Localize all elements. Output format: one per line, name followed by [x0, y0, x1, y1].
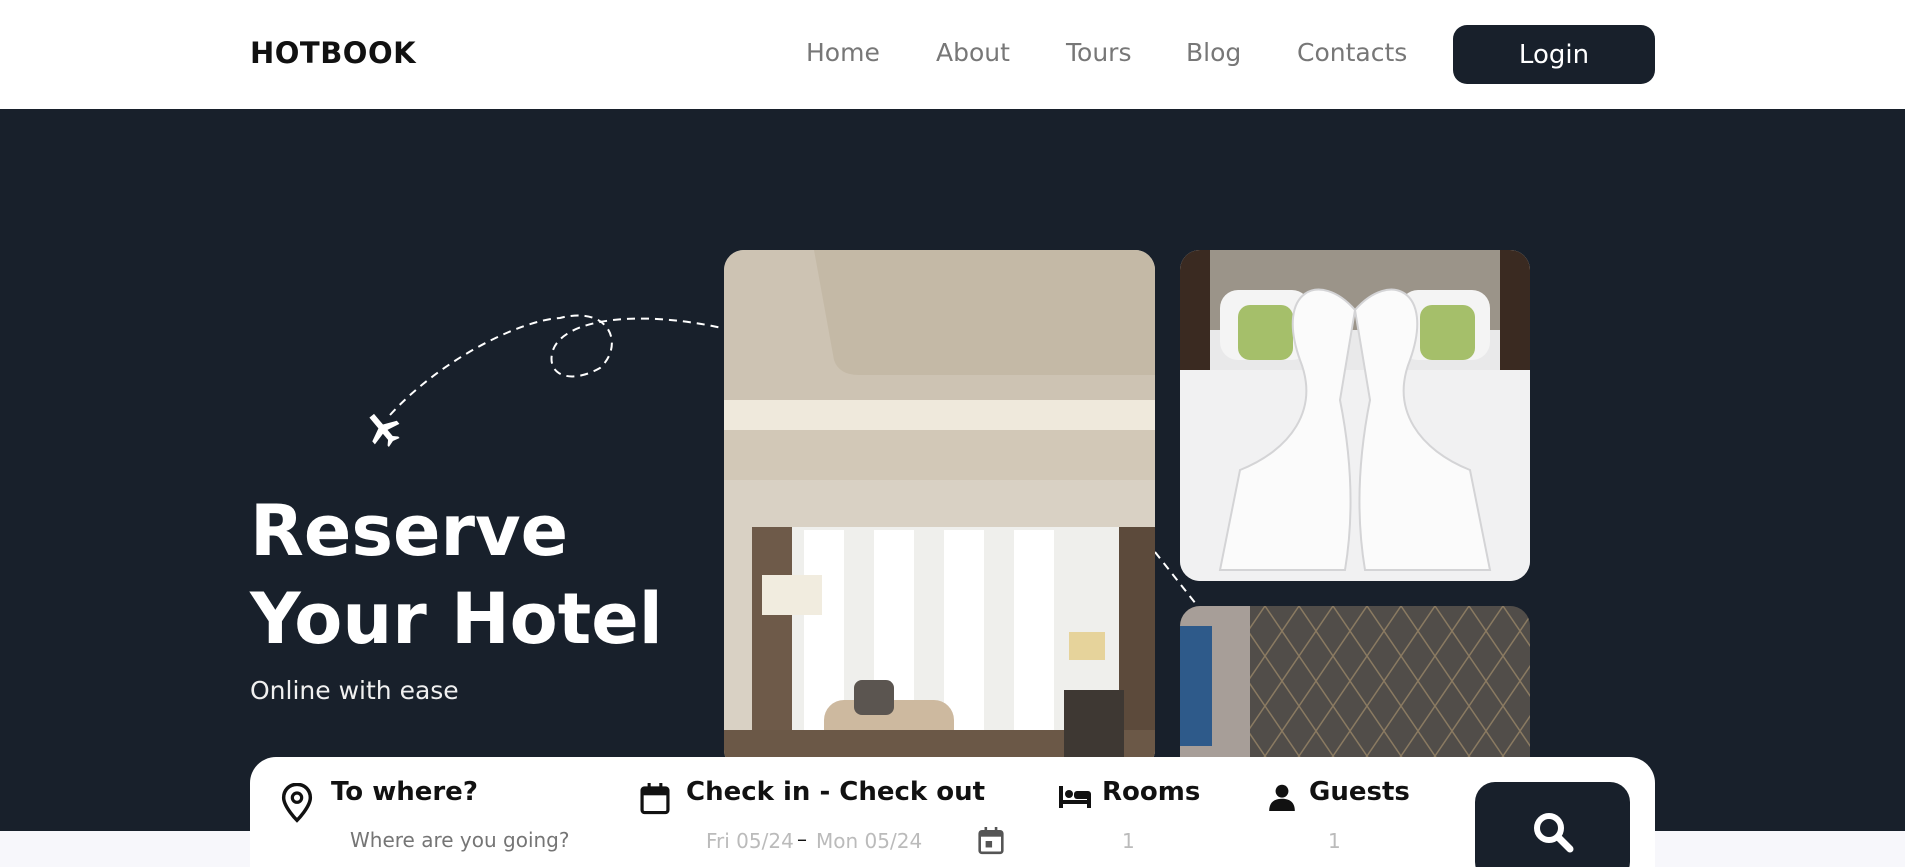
hotel-lobby-image — [724, 250, 1155, 770]
date-separator: – — [797, 827, 807, 851]
airplane-icon — [369, 413, 400, 448]
dates-label: Check in - Check out — [686, 777, 986, 807]
search-icon — [1533, 813, 1573, 853]
person-icon — [1269, 784, 1295, 811]
hero-title: Reserve Your Hotel — [250, 487, 663, 663]
rooms-label: Rooms — [1102, 777, 1201, 807]
rooms-value[interactable]: 1 — [1122, 829, 1135, 853]
checkin-date[interactable]: Fri 05/24 — [706, 829, 794, 853]
guests-label: Guests — [1309, 777, 1410, 807]
date-picker-icon[interactable] — [978, 827, 1004, 855]
destination-label: To where? — [331, 777, 478, 807]
hero-subtitle: Online with ease — [250, 676, 459, 705]
search-button[interactable] — [1475, 782, 1630, 867]
hero-title-line1: Reserve — [250, 490, 569, 572]
checkout-date[interactable]: Mon 05/24 — [816, 829, 922, 853]
destination-input[interactable] — [350, 828, 580, 852]
bed-icon — [1059, 786, 1091, 808]
calendar-icon — [640, 783, 670, 815]
location-pin-icon — [281, 783, 313, 823]
towel-swans-image — [1180, 250, 1530, 581]
guests-value[interactable]: 1 — [1328, 829, 1341, 853]
hero-title-line2: Your Hotel — [250, 578, 663, 660]
